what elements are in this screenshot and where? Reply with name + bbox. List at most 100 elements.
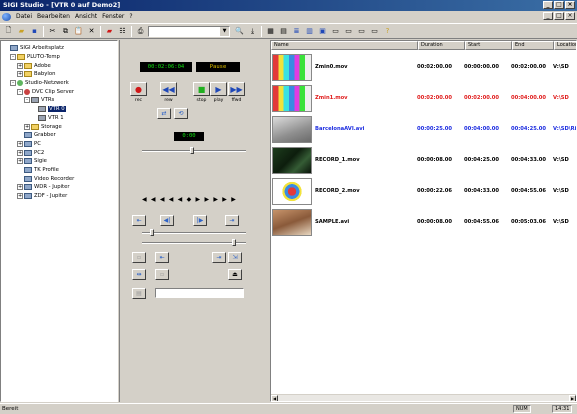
tree-item[interactable]: + Storage xyxy=(3,122,115,131)
column-header-location[interactable]: Location xyxy=(554,41,576,50)
shuttle-bar[interactable]: ◀ ◀ ◀ ◀ ◀ ◆ ▶ ▶ ▶ ▶ ▶ xyxy=(142,196,252,204)
clip-button[interactable]: ▤ xyxy=(132,288,146,299)
column-header-start[interactable]: Start xyxy=(465,41,512,50)
scroll-right-icon[interactable]: ▶ xyxy=(569,395,576,401)
jog-slider-thumb[interactable] xyxy=(190,147,194,154)
collapse-icon[interactable]: - xyxy=(17,88,23,95)
stop-button[interactable]: ■ xyxy=(193,82,210,96)
table-row[interactable]: SAMPLE.avi 00:00:08.00 00:04:55.06 00:05:03… xyxy=(271,208,576,236)
tree-item[interactable]: + PC2 xyxy=(3,148,115,157)
list-view-icon[interactable]: ≣ xyxy=(291,26,302,37)
paste-icon[interactable]: 📋 xyxy=(73,26,84,37)
mdi-minimize-button[interactable]: _ xyxy=(543,12,553,20)
window-titlebar[interactable]: SIGI Studio - [VTR 0 auf Demo2] _ □ × xyxy=(0,0,577,11)
tree-item[interactable]: + Sigie xyxy=(3,157,115,166)
table-row[interactable]: RECORD_2.mov 00:00:22.06 00:04:33.00 00:04:… xyxy=(271,177,576,205)
menu-help[interactable]: ? xyxy=(129,13,132,20)
record-icon[interactable]: ▰ xyxy=(104,26,115,37)
goto-out-button[interactable]: |▶ xyxy=(193,215,207,226)
tree-item[interactable]: TK Profile xyxy=(3,166,115,175)
menu-datei[interactable]: Datei xyxy=(16,13,32,20)
tree-item[interactable]: + PC xyxy=(3,140,115,149)
mdi-close-button[interactable]: × xyxy=(565,12,575,20)
collapse-icon[interactable]: - xyxy=(10,54,16,61)
column-header-end[interactable]: End xyxy=(512,41,554,50)
edit-button-6[interactable]: ▫ xyxy=(155,269,169,280)
navigation-tree[interactable]: SIGI Arbeitsplatz - PLUTO-Temp + Adobe + Babyl… xyxy=(0,40,118,402)
expand-icon[interactable]: + xyxy=(17,158,23,165)
mark-in-button[interactable]: ⇤ xyxy=(132,215,146,226)
expand-icon[interactable]: + xyxy=(17,140,23,147)
open-icon[interactable]: ▰ xyxy=(16,26,27,37)
tree-item[interactable]: - DVC Clip Server xyxy=(3,87,115,96)
cut-icon[interactable]: ✂ xyxy=(47,26,58,37)
window-1-icon[interactable]: ▭ xyxy=(330,26,341,37)
tree-item[interactable]: - PLUTO-Temp xyxy=(3,53,115,62)
repeat-button[interactable]: ⟲ xyxy=(174,108,188,119)
expand-icon[interactable]: + xyxy=(17,71,23,78)
thumbnail-view-icon[interactable]: ▣ xyxy=(317,26,328,37)
save-icon[interactable]: ▪ xyxy=(29,26,40,37)
clip-list[interactable]: Name Duration Start End Location Zmin0.m… xyxy=(270,40,577,402)
range-slider-thumb-2[interactable] xyxy=(232,239,236,246)
app-icon[interactable] xyxy=(2,12,11,21)
tree-item[interactable]: Video Recorder xyxy=(3,174,115,183)
menu-bearbeiten[interactable]: Bearbeiten xyxy=(37,13,70,20)
play-button[interactable]: ▶ xyxy=(210,82,227,96)
copy-icon[interactable]: ⧉ xyxy=(60,26,71,37)
tree-item[interactable]: - Studio-Netzwerk xyxy=(3,79,115,88)
range-slider-thumb-1[interactable] xyxy=(150,229,154,236)
column-header-name[interactable]: Name xyxy=(271,41,418,50)
maximize-button[interactable]: □ xyxy=(554,1,564,9)
column-header-duration[interactable]: Duration xyxy=(418,41,465,50)
search-combobox[interactable]: ▼ xyxy=(148,25,230,37)
table-row[interactable]: BarcelonaAVI.avi 00:00:25.00 00:04:00.00 00… xyxy=(271,115,576,143)
window-4-icon[interactable]: ▭ xyxy=(369,26,380,37)
horizontal-scrollbar[interactable]: ◀ ▶ xyxy=(271,394,576,401)
mdi-restore-button[interactable]: □ xyxy=(554,12,564,20)
new-icon[interactable]: 🗋 xyxy=(3,26,14,37)
properties-icon[interactable]: ☷ xyxy=(117,26,128,37)
expand-icon[interactable]: + xyxy=(17,149,23,156)
menu-fenster[interactable]: Fenster xyxy=(102,13,124,20)
eject-button[interactable]: ⏏ xyxy=(228,269,242,280)
window-2-icon[interactable]: ▭ xyxy=(343,26,354,37)
edit-button-1[interactable]: ▫ xyxy=(132,252,146,263)
expand-icon[interactable]: + xyxy=(17,193,23,200)
ffwd-button[interactable]: ▶▶ xyxy=(228,82,245,96)
expand-icon[interactable]: + xyxy=(24,123,30,130)
tree-item[interactable]: + ZDF - Jupiter xyxy=(3,192,115,201)
mark-out-button[interactable]: ⇥ xyxy=(225,215,239,226)
rew-button[interactable]: ◀◀ xyxy=(160,82,177,96)
tree-item[interactable]: + WDR - Jupiter xyxy=(3,183,115,192)
edit-button-3[interactable]: ⇥ xyxy=(212,252,226,263)
print-icon[interactable]: ⎙ xyxy=(135,26,146,37)
edit-button-5[interactable]: ⇹ xyxy=(132,269,146,280)
tree-item[interactable]: + Babylon xyxy=(3,70,115,79)
delete-icon[interactable]: ✕ xyxy=(86,26,97,37)
clip-name-input[interactable] xyxy=(155,288,244,298)
tree-item[interactable]: VTR 1 xyxy=(3,114,115,123)
minimize-button[interactable]: _ xyxy=(543,1,553,9)
help-icon[interactable]: ? xyxy=(382,26,393,37)
tree-item[interactable]: + Adobe xyxy=(3,61,115,70)
tree-item[interactable]: SIGI Arbeitsplatz xyxy=(3,44,115,53)
menu-ansicht[interactable]: Ansicht xyxy=(75,13,97,20)
window-3-icon[interactable]: ▭ xyxy=(356,26,367,37)
find-icon[interactable]: 🔍 xyxy=(234,26,245,37)
scroll-left-icon[interactable]: ◀ xyxy=(271,395,278,401)
goto-in-button[interactable]: ◀| xyxy=(160,215,174,226)
collapse-icon[interactable]: - xyxy=(10,80,16,87)
tree-item[interactable]: - VTRs xyxy=(3,96,115,105)
tree-item[interactable]: VTR 0 xyxy=(3,105,115,114)
table-row[interactable]: Zmin1.mov 00:02:00.00 00:02:00.00 00:04:00.… xyxy=(271,84,576,112)
find-next-icon[interactable]: ⤓ xyxy=(247,26,258,37)
collapse-icon[interactable]: - xyxy=(24,97,30,104)
edit-button-2[interactable]: ⇤ xyxy=(155,252,169,263)
chevron-down-icon[interactable]: ▼ xyxy=(220,26,229,36)
large-icons-view-icon[interactable]: ▦ xyxy=(265,26,276,37)
rec-button[interactable]: ● xyxy=(130,82,147,96)
expand-icon[interactable]: + xyxy=(17,62,23,69)
details-view-icon[interactable]: ▥ xyxy=(304,26,315,37)
table-row[interactable]: Zmin0.mov 00:02:00.00 00:00:00.00 00:02:00.… xyxy=(271,53,576,81)
